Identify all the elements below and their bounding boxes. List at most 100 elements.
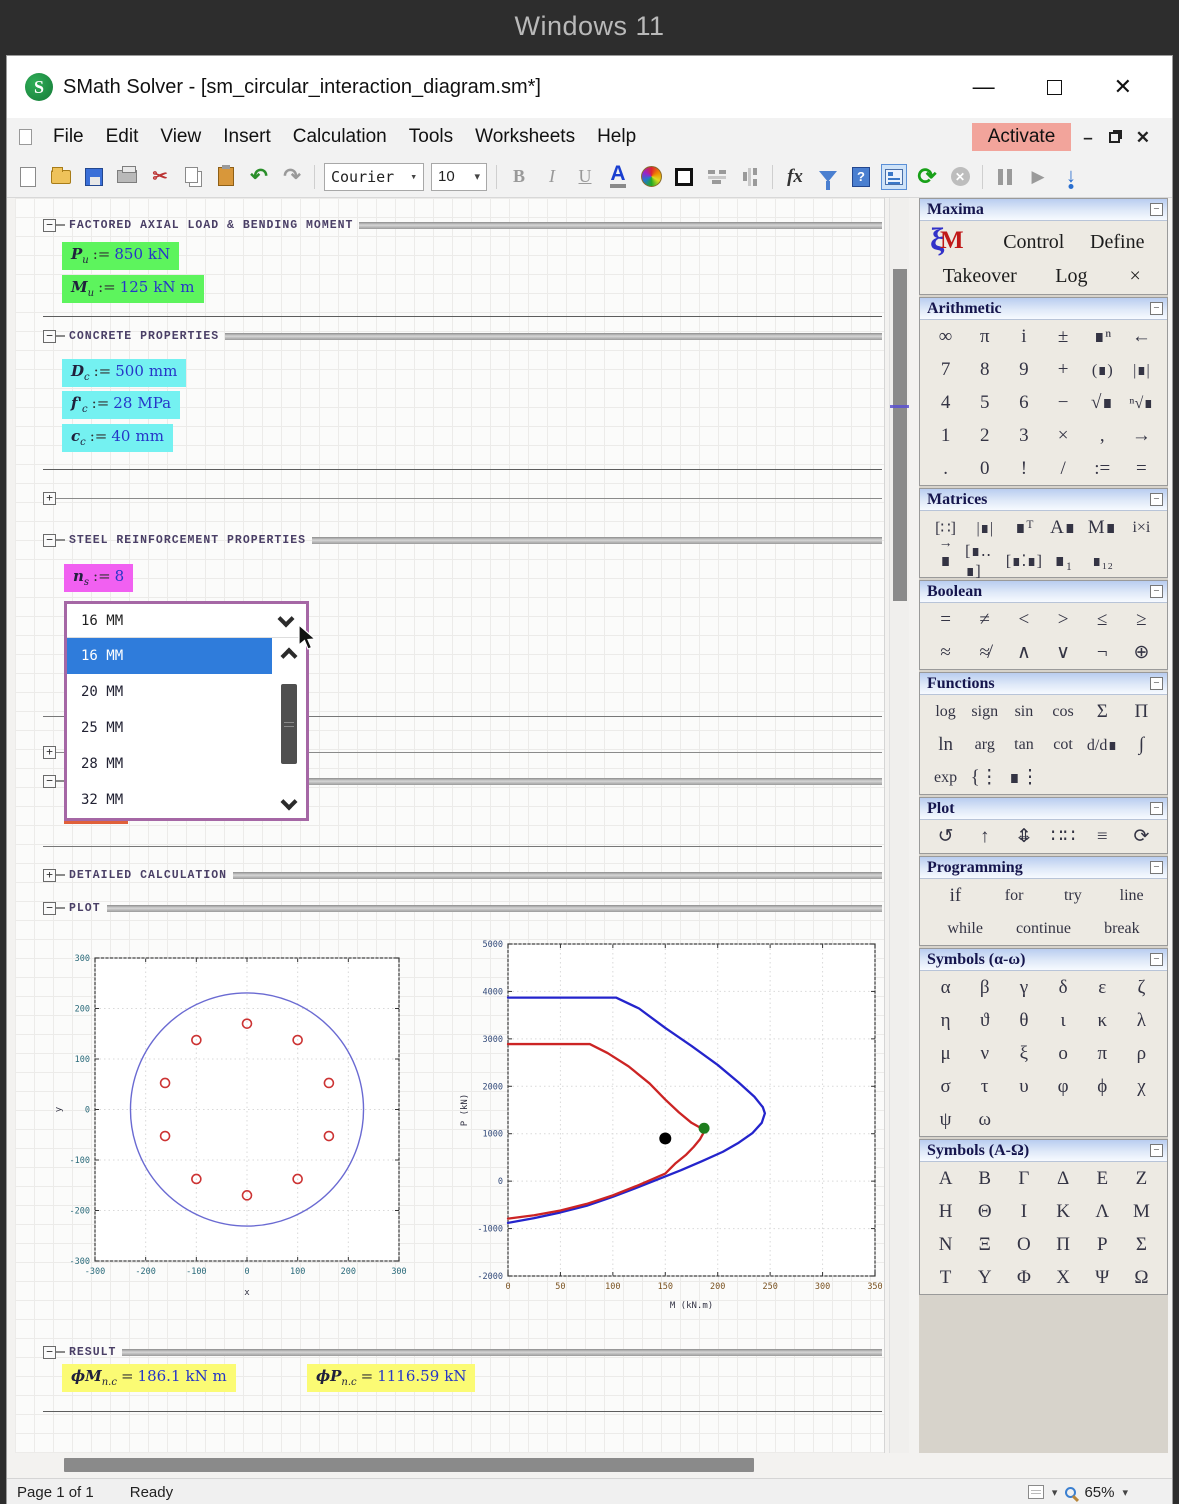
palette-button[interactable]: π <box>1083 1038 1122 1069</box>
palette-button[interactable]: η <box>926 1005 965 1036</box>
palette-button[interactable]: for <box>985 880 1044 911</box>
palette-button[interactable]: ω <box>965 1104 1004 1135</box>
palette-button[interactable]: sin <box>1004 696 1043 727</box>
palette-button[interactable]: E <box>1083 1163 1122 1194</box>
chevron-down-icon[interactable]: ▾ <box>1052 1486 1058 1499</box>
palette-button[interactable]: Ω <box>1122 1262 1161 1293</box>
palette-button[interactable]: → <box>1122 420 1161 451</box>
mdi-close-button[interactable]: ✕ <box>1136 129 1150 146</box>
palette-button[interactable]: ∨ <box>1044 637 1083 668</box>
paste-button[interactable] <box>213 164 239 190</box>
expand-icon[interactable]: + <box>43 746 56 759</box>
palette-button[interactable]: ln <box>926 729 965 760</box>
palette-button[interactable]: ≉ <box>965 637 1004 668</box>
palette-button[interactable]: 9 <box>1004 354 1043 385</box>
menu-item-insert[interactable]: Insert <box>212 124 282 150</box>
palette-button[interactable]: B <box>965 1163 1004 1194</box>
palette-button[interactable]: λ <box>1122 1005 1161 1036</box>
palette-button[interactable]: ∷∷ <box>1044 821 1083 852</box>
bar-size-option[interactable]: 25 MM <box>67 710 272 746</box>
palette-button[interactable]: Ξ <box>965 1229 1004 1260</box>
pause-button[interactable] <box>992 164 1018 190</box>
palette-button[interactable]: ← <box>1122 321 1161 352</box>
reference-book-button[interactable]: ? <box>848 164 874 190</box>
minimize-button[interactable]: — <box>973 76 995 98</box>
palette-button[interactable]: = <box>926 604 965 635</box>
palette-button[interactable]: 2 <box>965 420 1004 451</box>
debug-button[interactable]: ↓ <box>1058 164 1084 190</box>
open-button[interactable] <box>48 164 74 190</box>
font-size-select[interactable]: 10▾ <box>431 163 487 191</box>
palette-button[interactable]: < <box>1004 604 1043 635</box>
palette-button[interactable]: ψ <box>926 1104 965 1135</box>
formula-mu[interactable]: Mu:=125kN m <box>62 275 204 303</box>
cross-section-plot[interactable]: -300-200-1000100200300-300-200-100010020… <box>51 941 409 1318</box>
palette-button[interactable]: φ <box>1044 1071 1083 1102</box>
palette-button[interactable]: I <box>1004 1196 1043 1227</box>
menu-item-help[interactable]: Help <box>586 124 647 150</box>
palette-button[interactable]: Z <box>1122 1163 1161 1194</box>
palette-button[interactable]: ± <box>1044 321 1083 352</box>
palette-button[interactable]: ζ <box>1122 972 1161 1003</box>
palette-button[interactable]: ε <box>1083 972 1122 1003</box>
palette-button[interactable]: ∞ <box>926 321 965 352</box>
palette-button[interactable]: Θ <box>965 1196 1004 1227</box>
align-horizontal-button[interactable] <box>704 164 730 190</box>
horizontal-scrollbar[interactable] <box>7 1453 1172 1478</box>
palette-button[interactable]: ⟳ <box>1122 821 1161 852</box>
collapse-icon[interactable]: − <box>1150 1144 1163 1157</box>
palette-button[interactable]: ο <box>1044 1038 1083 1069</box>
palette-button[interactable]: [∎⁚∎] <box>1004 545 1043 576</box>
palette-button[interactable]: ⇔⇕ <box>1004 821 1043 852</box>
save-button[interactable] <box>81 164 107 190</box>
maxima-button-define[interactable]: Define <box>1076 231 1160 254</box>
background-color-button[interactable] <box>638 164 664 190</box>
palette-button[interactable]: τ <box>965 1071 1004 1102</box>
zoom-icon[interactable] <box>1065 1487 1076 1498</box>
palette-button[interactable]: 0 <box>965 453 1004 484</box>
palette-button[interactable]: = <box>1122 453 1161 484</box>
palette-button[interactable]: Φ <box>1004 1262 1043 1293</box>
palette-button[interactable]: γ <box>1004 972 1043 1003</box>
menu-item-calculation[interactable]: Calculation <box>282 124 398 150</box>
palette-button[interactable]: 8 <box>965 354 1004 385</box>
palette-button[interactable]: ξ <box>1004 1038 1043 1069</box>
palette-button[interactable]: 6 <box>1004 387 1043 418</box>
undo-button[interactable]: ↶ <box>246 164 272 190</box>
palette-button[interactable]: |∎| <box>1122 354 1161 385</box>
collapse-icon[interactable]: − <box>1150 861 1163 874</box>
palette-button[interactable]: i×i <box>1122 512 1161 543</box>
palette-button[interactable]: ↑ <box>965 821 1004 852</box>
maxima-button-takeover[interactable]: Takeover <box>928 265 1032 288</box>
palette-button[interactable]: [∎‥∎] <box>965 545 1004 576</box>
palette-button[interactable]: A <box>926 1163 965 1194</box>
show-panels-button[interactable] <box>881 164 907 190</box>
palette-button[interactable]: κ <box>1083 1005 1122 1036</box>
palette-button[interactable]: |∎| <box>965 512 1004 543</box>
palette-button[interactable]: X <box>1044 1262 1083 1293</box>
worksheet[interactable]: − FACTORED AXIAL LOAD & BENDING MOMENT −… <box>15 198 885 1453</box>
palette-button[interactable]: Ψ <box>1083 1262 1122 1293</box>
palette-button[interactable]: ∎⋮ <box>1004 762 1043 793</box>
palette-button[interactable]: υ <box>1004 1071 1043 1102</box>
collapse-icon[interactable]: − <box>43 775 56 788</box>
palette-button[interactable]: > <box>1044 604 1083 635</box>
align-vertical-button[interactable] <box>737 164 763 190</box>
palette-button[interactable]: i <box>1004 321 1043 352</box>
palette-button[interactable]: P <box>1083 1229 1122 1260</box>
palette-button[interactable]: sign <box>965 696 1004 727</box>
palette-button[interactable]: d/d∎ <box>1083 729 1122 760</box>
mdi-minimize-button[interactable]: – <box>1083 129 1092 146</box>
palette-button[interactable]: ≠ <box>965 604 1004 635</box>
palette-button[interactable]: ≥ <box>1122 604 1161 635</box>
bar-size-option[interactable]: 32 MM <box>67 782 272 818</box>
palette-button[interactable]: tan <box>1004 729 1043 760</box>
palette-button[interactable]: + <box>1044 354 1083 385</box>
palette-button[interactable]: ϕ <box>1083 1071 1122 1102</box>
palette-button[interactable]: − <box>1044 387 1083 418</box>
palette-button[interactable]: 7 <box>926 354 965 385</box>
formula-pu[interactable]: Pu:=850kN <box>62 242 179 270</box>
copy-button[interactable] <box>180 164 206 190</box>
formula-fc[interactable]: f'c:=28MPa <box>62 391 180 419</box>
formula-phiP[interactable]: ϕPn.c=1116.59kN <box>307 1364 475 1392</box>
